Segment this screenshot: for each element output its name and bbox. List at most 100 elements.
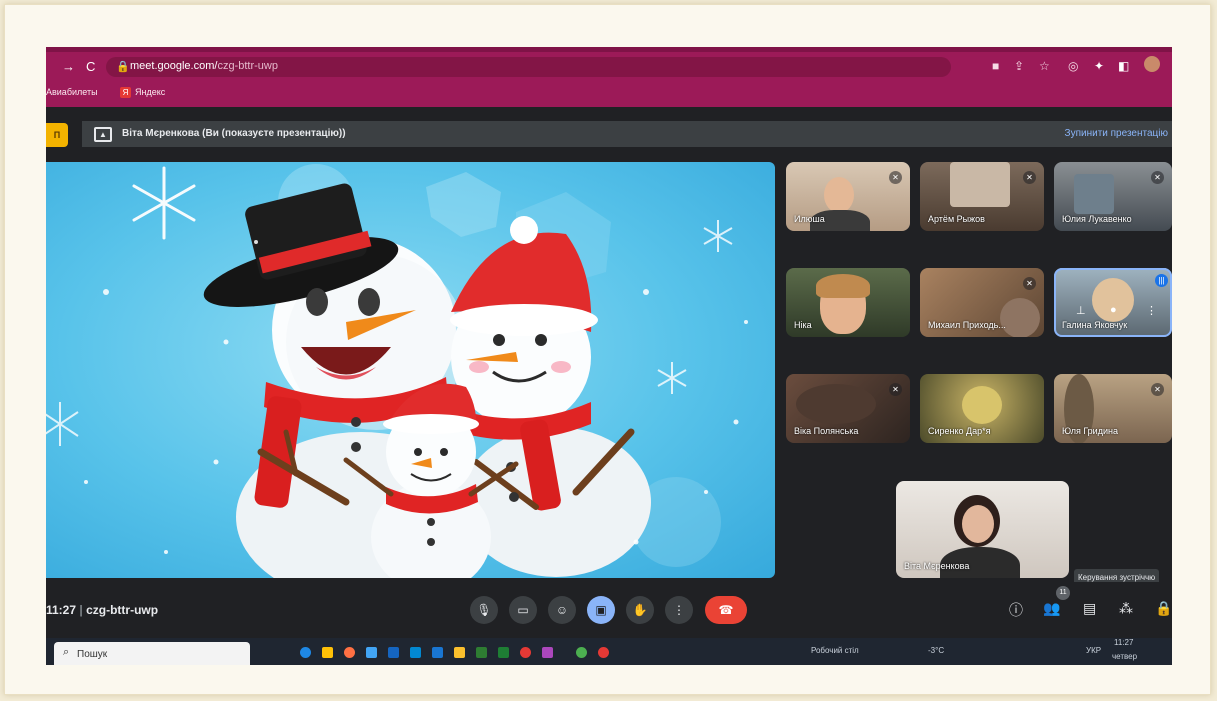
meeting-time-code: 11:27 | czg-bttr-uwp: [46, 603, 159, 617]
search-placeholder: Пошук: [77, 649, 108, 660]
snowmen-illustration: [46, 164, 748, 578]
participant-name: Віка Полянська: [794, 426, 859, 436]
mic-off-icon: ✕: [889, 383, 902, 396]
participant-hair: [816, 274, 870, 298]
mic-off-icon: ✕: [1023, 277, 1036, 290]
mic-icon[interactable]: ●: [1110, 304, 1117, 316]
participant-video: [1074, 174, 1114, 214]
bookmarks-bar: Авиабилеты Я Яндекс: [46, 81, 1172, 107]
participant-tile[interactable]: ✕ Артём Рыжов: [920, 162, 1044, 231]
mic-off-icon: ✕: [1151, 171, 1164, 184]
language-indicator[interactable]: УКР: [1086, 646, 1101, 655]
more-options-icon[interactable]: ⋮: [665, 596, 693, 624]
participant-tile[interactable]: ✕ Юлия Лукавенко: [1054, 162, 1172, 231]
app3-icon[interactable]: [576, 647, 587, 658]
stop-presenting-button[interactable]: Зупинити презентацію: [1065, 128, 1168, 139]
raise-hand-icon[interactable]: ✋: [626, 596, 654, 624]
participant-name: Михаил Приходь...: [928, 320, 1006, 330]
forward-arrow-icon[interactable]: →: [62, 59, 75, 74]
lock-icon: 🔒: [116, 61, 130, 73]
app2-icon[interactable]: [542, 647, 553, 658]
participant-tile[interactable]: ✕ Віка Полянська: [786, 374, 910, 443]
tab-strip: [46, 47, 1172, 52]
host-controls-icon[interactable]: 🔒: [1155, 600, 1172, 617]
edge-icon[interactable]: [300, 647, 311, 658]
present-icon: ▲: [94, 127, 112, 142]
excel2-icon[interactable]: [498, 647, 509, 658]
presenting-banner: ▲ Віта Мєренкова (Ви (показуєте презента…: [82, 121, 1172, 147]
present-button[interactable]: ▣: [587, 596, 615, 624]
participant-tile[interactable]: ✕ Юля Гридина: [1054, 374, 1172, 443]
temperature-text: -3°C: [928, 646, 945, 655]
search-icon: ⌕: [63, 646, 70, 658]
presenting-text: Віта Мєренкова (Ви (показуєте презентаці…: [122, 128, 346, 139]
participant-tile[interactable]: ✕ Илюша: [786, 162, 910, 231]
meet-logo: П: [46, 123, 68, 147]
bookmark-yandex[interactable]: Я Яндекс: [120, 87, 165, 98]
reload-icon[interactable]: C: [86, 59, 95, 74]
word-icon[interactable]: [388, 647, 399, 658]
emoji-icon[interactable]: ☺: [548, 596, 576, 624]
address-bar[interactable]: 🔒 meet.google.com/czg-bttr-uwp: [106, 57, 951, 77]
url-text: meet.google.com/czg-bttr-uwp: [130, 60, 278, 72]
opera-icon[interactable]: [520, 647, 531, 658]
profile-avatar[interactable]: [1144, 56, 1160, 72]
share-icon[interactable]: ⇪: [1014, 59, 1024, 73]
participant-name: Ніка: [794, 320, 812, 330]
browser-toolbar: → C 🔒 meet.google.com/czg-bttr-uwp ■ ⇪ ☆…: [46, 47, 1172, 81]
participant-name: Артём Рыжов: [928, 214, 985, 224]
mic-off-icon: ✕: [1023, 171, 1036, 184]
people-count-badge: 11: [1056, 586, 1070, 600]
speaking-icon: |||: [1155, 274, 1168, 287]
star-icon[interactable]: ☆: [1039, 59, 1050, 73]
teams-icon[interactable]: [432, 647, 443, 658]
chrome-icon[interactable]: [598, 647, 609, 658]
participant-tile-selected[interactable]: ||| ⊥ ● ⋮ Галина Яковчук: [1054, 268, 1172, 337]
participant-name: Юлия Лукавенко: [1062, 214, 1132, 224]
participant-video: [950, 162, 1010, 207]
yandex-icon: Я: [120, 87, 131, 98]
participant-video: [824, 177, 854, 213]
store-icon[interactable]: [322, 647, 333, 658]
outlook-icon[interactable]: [410, 647, 421, 658]
mic-off-icon: ✕: [1151, 383, 1164, 396]
mail-icon[interactable]: [366, 647, 377, 658]
participant-name: Юля Гридина: [1062, 426, 1118, 436]
camera-icon[interactable]: ■: [992, 59, 999, 73]
participant-video: [1000, 298, 1040, 337]
people-icon[interactable]: 👥: [1043, 600, 1060, 617]
puzzle-icon[interactable]: ✦: [1094, 59, 1104, 73]
self-face: [962, 505, 994, 543]
extension-icon[interactable]: ◎: [1068, 59, 1078, 73]
participant-name: Илюша: [794, 214, 825, 224]
microphone-icon[interactable]: 🎙: [470, 596, 498, 624]
participant-tile[interactable]: Ніка: [786, 268, 910, 337]
taskbar-time[interactable]: 11:27: [1114, 638, 1133, 647]
pin-icon[interactable]: ⊥: [1076, 304, 1086, 317]
participant-tile[interactable]: ✕ Михаил Приходь...: [920, 268, 1044, 337]
tile-more-icon[interactable]: ⋮: [1146, 304, 1157, 317]
windows-taskbar: ⌕ Пошук Робочий стіл -3°C УКР 11:27 четв…: [46, 638, 1172, 665]
participant-video: [796, 384, 876, 424]
sidepanel-icon[interactable]: ◧: [1118, 59, 1129, 73]
excel-icon[interactable]: [476, 647, 487, 658]
meet-controls-bar: 11:27 | czg-bttr-uwp 🎙 ▭ ☺ ▣ ✋ ⋮ ☎ ⓘ 11 …: [46, 582, 1172, 634]
chat-icon[interactable]: ▤: [1083, 600, 1096, 617]
video-icon[interactable]: ▭: [509, 596, 537, 624]
end-call-button[interactable]: ☎: [705, 596, 747, 624]
mic-off-icon: ✕: [889, 171, 902, 184]
taskbar-day[interactable]: четвер: [1112, 652, 1137, 661]
self-name: Віта Мєренкова: [904, 561, 970, 571]
bookmark-aviabilety[interactable]: Авиабилеты: [46, 87, 98, 97]
presentation-slide: [46, 162, 775, 578]
activities-icon[interactable]: ⁂: [1119, 600, 1133, 617]
participant-tile[interactable]: Сиренко Дар*я: [920, 374, 1044, 443]
self-view-tile[interactable]: Віта Мєренкова: [896, 481, 1069, 578]
info-icon[interactable]: ⓘ: [1009, 600, 1023, 620]
taskbar-search[interactable]: ⌕ Пошук: [54, 642, 250, 665]
participant-video: [962, 386, 1002, 424]
app-icon[interactable]: [344, 647, 355, 658]
participant-name: Сиренко Дар*я: [928, 426, 991, 436]
desktop-label[interactable]: Робочий стіл: [811, 646, 859, 655]
explorer-icon[interactable]: [454, 647, 465, 658]
